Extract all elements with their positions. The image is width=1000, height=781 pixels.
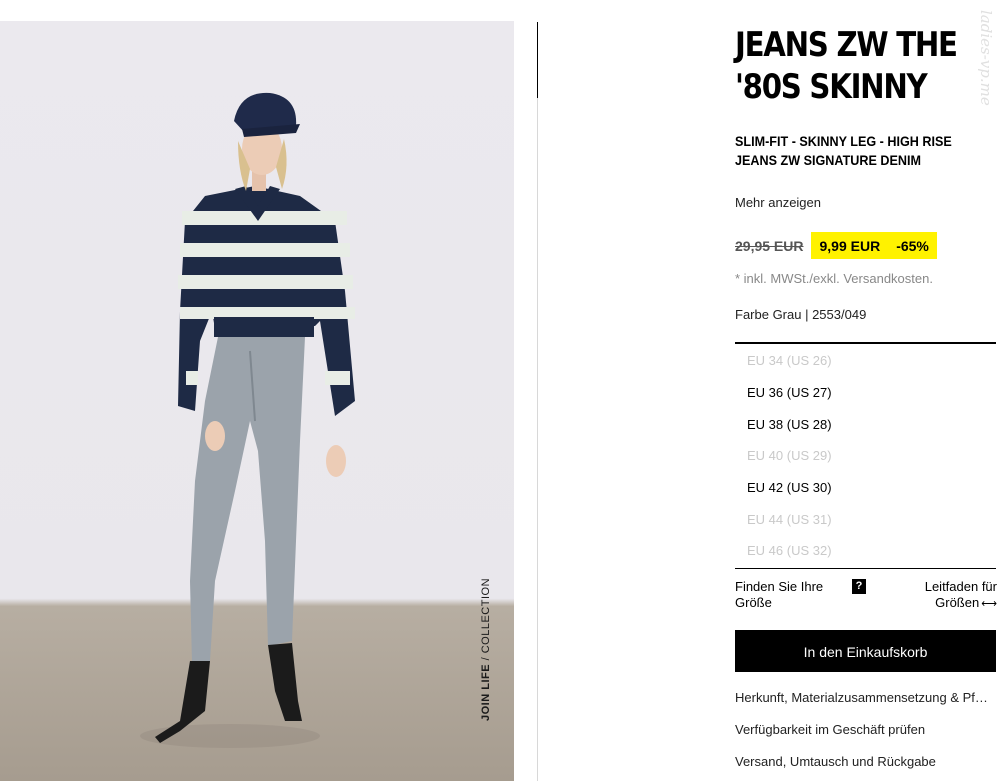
discount-percent: -65% [896,237,929,254]
product-title: JEANS ZW THE '80S SKINNY [735,24,984,108]
size-option-eu38[interactable]: EU 38 (US 28) [747,417,832,432]
size-guide-line1: Leitfaden für [924,579,997,594]
collection-tag-bold: JOIN LIFE [480,663,492,721]
size-selector: EU 34 (US 26) EU 36 (US 27) EU 38 (US 28… [735,342,996,569]
size-option-eu44[interactable]: EU 44 (US 31) [747,512,832,527]
product-subtitle-line2: JEANS ZW SIGNATURE DENIM [735,152,921,168]
help-icon[interactable]: ? [852,579,866,594]
old-price: 29,95 EUR [735,237,804,254]
gallery-scroll-indicator[interactable] [537,22,538,98]
find-size-line1: Finden Sie Ihre [735,579,824,594]
product-title-line2: '80S SKINNY [735,67,928,107]
ruler-icon: ⟷ [981,598,997,610]
size-option-eu42[interactable]: EU 42 (US 30) [747,480,832,495]
find-your-size-link[interactable]: Finden Sie Ihre Größe [735,579,845,611]
product-title-line1: JEANS ZW THE [735,25,958,65]
size-option-eu46[interactable]: EU 46 (US 32) [747,543,832,558]
watermark: ladies-vp.me [977,10,995,106]
tax-note: * inkl. MWSt./exkl. Versandkosten. [735,271,933,286]
size-guide-link[interactable]: Leitfaden für Größen ⟷ [877,579,997,612]
product-subtitle-line1: SLIM-FIT - SKINNY LEG - HIGH RISE [735,133,952,149]
product-subtitle: SLIM-FIT - SKINNY LEG - HIGH RISE JEANS … [735,132,996,170]
column-divider [537,98,538,781]
sale-price-badge: 9,99 EUR -65% [811,232,937,259]
color-info: Farbe Grau | 2553/049 [735,307,867,322]
size-option-eu36[interactable]: EU 36 (US 27) [747,385,832,400]
shipping-returns-link[interactable]: Versand, Umtausch und Rückgabe [735,754,936,769]
new-price: 9,99 EUR [819,237,881,254]
model-illustration [140,92,355,748]
size-guide-line2: Größen [935,595,980,610]
product-image[interactable]: JOIN LIFE / COLLECTION [0,21,514,781]
find-size-line2: Größe [735,595,772,610]
add-to-cart-button[interactable]: In den Einkaufskorb [735,630,996,672]
collection-tag: JOIN LIFE / COLLECTION [480,578,492,721]
composition-care-link[interactable]: Herkunft, Materialzusammensetzung & Pf… [735,690,988,705]
size-option-eu34[interactable]: EU 34 (US 26) [747,353,832,368]
price-row: 29,95 EUR 9,99 EUR -65% [735,232,937,259]
store-availability-link[interactable]: Verfügbarkeit im Geschäft prüfen [735,722,925,737]
show-more-link[interactable]: Mehr anzeigen [735,195,821,210]
size-option-eu40[interactable]: EU 40 (US 29) [747,448,832,463]
collection-tag-rest: / COLLECTION [480,577,492,664]
